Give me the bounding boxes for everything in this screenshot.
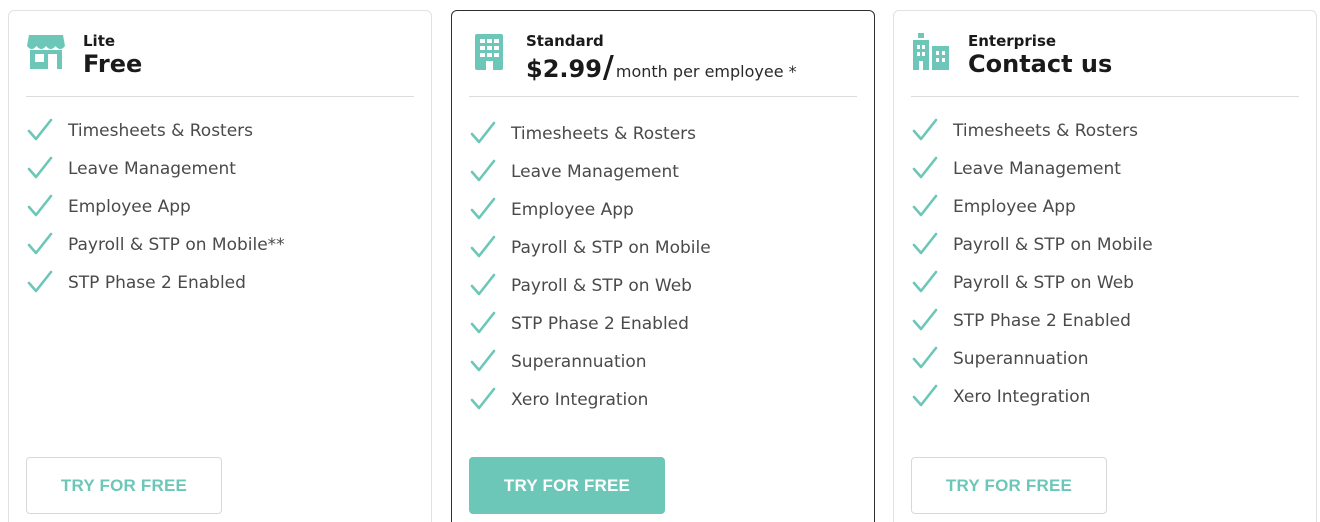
checkmark-icon — [469, 233, 497, 261]
checkmark-icon — [469, 309, 497, 337]
feature-label: Leave Management — [68, 159, 236, 179]
feature-label: Payroll & STP on Mobile — [511, 238, 711, 258]
checkmark-icon — [469, 385, 497, 413]
checkmark-icon — [911, 116, 939, 144]
plan-header: Lite Free — [26, 29, 414, 97]
checkmark-icon — [26, 230, 54, 258]
feature-label: Superannuation — [511, 352, 647, 372]
checkmark-icon — [26, 192, 54, 220]
plan-price-line: $2.99/month per employee * — [526, 50, 797, 85]
feature-label: Superannuation — [953, 349, 1089, 369]
plan-tier: Standard — [526, 32, 604, 50]
checkmark-icon — [911, 344, 939, 372]
checkmark-icon — [911, 154, 939, 182]
office-building-icon — [469, 31, 509, 71]
checkmark-icon — [911, 382, 939, 410]
checkmark-icon — [911, 230, 939, 258]
plan-header: Standard $2.99/month per employee * — [469, 29, 857, 97]
checkmark-icon — [469, 271, 497, 299]
feature-label: Timesheets & Rosters — [953, 121, 1139, 141]
feature-label: STP Phase 2 Enabled — [511, 314, 689, 334]
feature-label: Timesheets & Rosters — [511, 124, 697, 144]
feature-label: Leave Management — [511, 162, 679, 182]
try-for-free-button[interactable]: TRY FOR FREE — [26, 457, 222, 514]
plan-card-lite: Lite Free Timesheets & Rosters Leave Man… — [8, 10, 432, 522]
feature-label: Payroll & STP on Web — [953, 273, 1134, 293]
try-for-free-button[interactable]: TRY FOR FREE — [911, 457, 1107, 514]
checkmark-icon — [469, 157, 497, 185]
checkmark-icon — [469, 195, 497, 223]
checkmark-icon — [26, 116, 54, 144]
checkmark-icon — [911, 306, 939, 334]
checkmark-icon — [26, 268, 54, 296]
feature-label: Employee App — [953, 197, 1076, 217]
checkmark-icon — [469, 347, 497, 375]
feature-label: Xero Integration — [953, 387, 1091, 407]
plan-header: Enterprise Contact us — [911, 29, 1299, 97]
feature-label: Employee App — [68, 197, 191, 217]
checkmark-icon — [911, 268, 939, 296]
plan-price: Free — [83, 50, 143, 78]
feature-label: Employee App — [511, 200, 634, 220]
plan-price: $2.99 — [526, 55, 602, 83]
plan-tier: Enterprise — [968, 32, 1057, 50]
checkmark-icon — [26, 154, 54, 182]
plan-price-unit: month per employee * — [615, 62, 797, 81]
plan-price-line: Free — [83, 50, 142, 78]
price-separator: / — [602, 50, 614, 85]
feature-label: Payroll & STP on Mobile — [953, 235, 1153, 255]
feature-label: Payroll & STP on Mobile** — [68, 235, 285, 255]
try-for-free-button[interactable]: TRY FOR FREE — [469, 457, 665, 514]
feature-label: Timesheets & Rosters — [68, 121, 254, 141]
checkmark-icon — [469, 119, 497, 147]
plan-tier: Lite — [83, 32, 116, 50]
feature-label: Payroll & STP on Web — [511, 276, 692, 296]
feature-label: STP Phase 2 Enabled — [953, 311, 1131, 331]
storefront-icon — [26, 31, 66, 71]
feature-label: Xero Integration — [511, 390, 649, 410]
plan-price: Contact us — [968, 50, 1113, 78]
feature-label: STP Phase 2 Enabled — [68, 273, 246, 293]
feature-label: Leave Management — [953, 159, 1121, 179]
checkmark-icon — [911, 192, 939, 220]
plan-card-enterprise: Enterprise Contact us Timesheets & Roste… — [893, 10, 1317, 522]
city-buildings-icon — [911, 31, 951, 71]
plan-card-standard: Standard $2.99/month per employee * Time… — [451, 10, 875, 522]
plan-price-line: Contact us — [968, 50, 1112, 78]
